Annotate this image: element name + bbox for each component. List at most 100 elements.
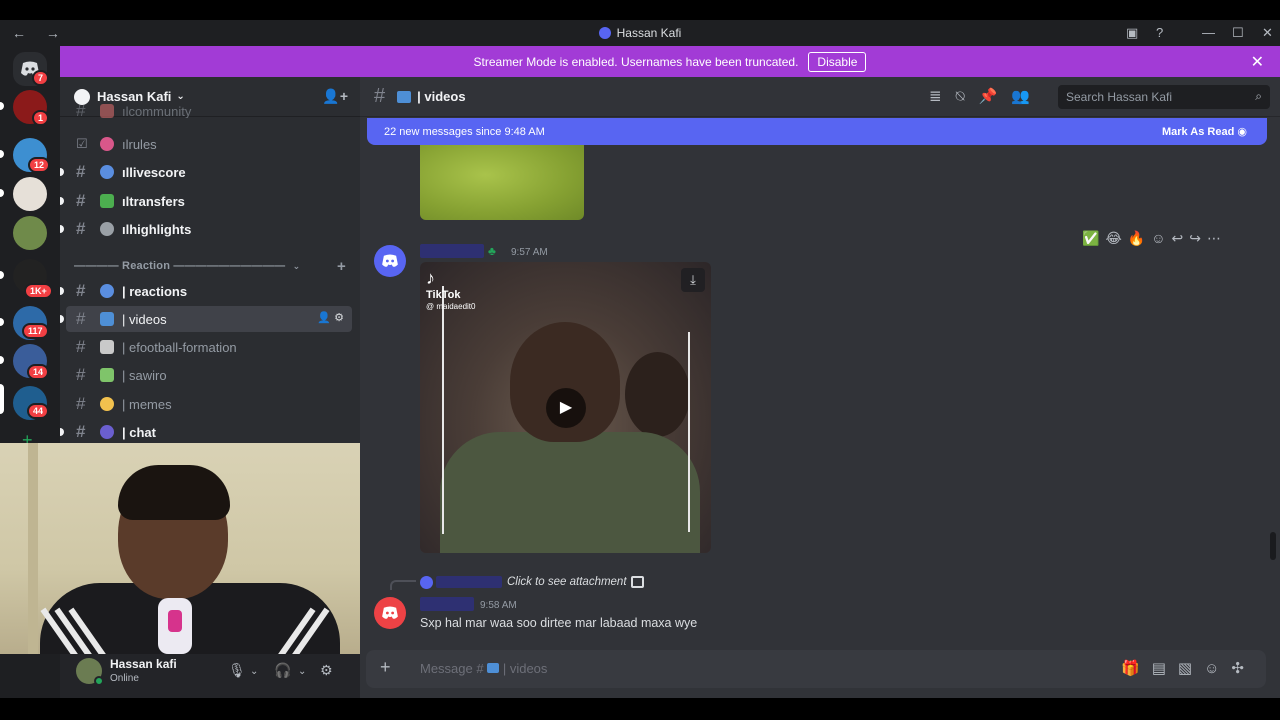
help-icon[interactable]: ? xyxy=(1156,25,1163,40)
tv-icon xyxy=(487,663,500,673)
channel-emoji-icon xyxy=(100,104,114,118)
message-content: Sxp hal mar waa soo dirtee mar labaad ma… xyxy=(420,616,698,630)
invite-icon[interactable]: 👤+ xyxy=(322,88,348,105)
username[interactable]: Hassan kafi xyxy=(110,657,177,671)
avatar[interactable] xyxy=(374,245,406,277)
hash-icon: # xyxy=(76,219,86,238)
more-icon[interactable]: ⋯ xyxy=(1207,230,1227,246)
channel-videos[interactable]: # | videos 👤 ⚙ xyxy=(60,306,352,332)
hash-icon: # xyxy=(76,104,86,118)
attach-plus-icon[interactable]: + xyxy=(380,657,391,678)
channel-transfers[interactable]: # ıl transfers xyxy=(60,188,352,214)
invite-icon[interactable]: 👤 xyxy=(317,312,331,324)
webcam-person-hair xyxy=(118,465,230,520)
camera-icon xyxy=(100,222,114,236)
minimize-button[interactable]: — xyxy=(1202,25,1215,40)
laugh-reaction-icon[interactable]: 😂 xyxy=(1105,230,1127,246)
new-messages-text: 22 new messages since 9:48 AM xyxy=(384,125,545,138)
channel-chat[interactable]: # | chat xyxy=(60,419,352,445)
reply-preview[interactable]: Click to see attachment xyxy=(507,576,627,588)
image-icon xyxy=(631,576,644,588)
letterbox-top xyxy=(0,0,1280,20)
unread-pill xyxy=(0,102,4,110)
chat-area: # | videos ≣⍉📌👥 Search Hassan Kafi ⌕ 22 … xyxy=(360,77,1280,698)
server-name: Hassan Kafi xyxy=(97,89,172,104)
fire-reaction-icon[interactable]: 🔥 xyxy=(1128,230,1151,246)
unread-pill xyxy=(0,356,4,364)
truncated-username[interactable] xyxy=(436,576,502,588)
image-attachment[interactable] xyxy=(420,145,584,220)
message-timestamp: 9:57 AM xyxy=(511,247,548,258)
notifications-icon[interactable]: ⍉ xyxy=(956,88,979,105)
server-icon-4[interactable] xyxy=(13,216,47,250)
truncated-username[interactable] xyxy=(420,597,474,611)
gear-icon[interactable]: ⚙ xyxy=(334,312,344,324)
sticker-icon[interactable]: ▧ xyxy=(1178,660,1204,677)
add-reaction-icon[interactable]: ☺ xyxy=(1151,230,1171,246)
channel-reactions[interactable]: # | reactions xyxy=(60,278,352,304)
hash-icon: # xyxy=(76,337,86,356)
channel-rules[interactable]: ☑ ıl rules xyxy=(66,131,352,157)
composer-placeholder-text: Message # xyxy=(420,661,484,676)
channel-highlights[interactable]: # ıl highlights xyxy=(60,216,352,242)
maximize-button[interactable]: ☐ xyxy=(1232,25,1244,41)
channel-label: | videos xyxy=(122,311,167,327)
microphone-icon[interactable]: 🎙 xyxy=(228,662,246,679)
channel-sawiro[interactable]: # | sawiro xyxy=(66,362,352,388)
server-icon-3[interactable] xyxy=(13,177,47,211)
check-reaction-icon[interactable]: ✅ xyxy=(1082,230,1105,246)
headphones-icon[interactable]: 🎧 xyxy=(274,662,291,679)
video-attachment[interactable]: ♪ TikTok @ maidaedit0 ⤓ ▶ xyxy=(420,262,711,553)
mention-badge: 1K+ xyxy=(24,283,53,299)
search-input[interactable]: Search Hassan Kafi ⌕ xyxy=(1058,85,1270,109)
unread-pill xyxy=(0,150,4,158)
emoji-icon[interactable]: ☺ xyxy=(1204,660,1231,677)
pin-icon[interactable]: 📌 xyxy=(979,88,1012,105)
gear-icon[interactable]: ⚙ xyxy=(320,662,333,679)
channel-community[interactable]: # ıl community xyxy=(66,104,352,118)
disable-button[interactable]: Disable xyxy=(808,51,867,72)
reply-icon[interactable]: ↩ xyxy=(1172,230,1190,246)
gift-icon[interactable]: 🎁 xyxy=(1121,660,1152,677)
window-title-container: Hassan Kafi xyxy=(0,26,1280,40)
threads-icon[interactable]: ≣ xyxy=(929,88,956,105)
webcam-overlay xyxy=(0,443,374,654)
play-button[interactable]: ▶ xyxy=(546,388,586,428)
avatar[interactable] xyxy=(374,597,406,629)
download-icon[interactable]: ⤓ xyxy=(681,268,705,292)
truncated-username[interactable] xyxy=(420,244,484,258)
channel-emoji-icon xyxy=(100,137,114,151)
inbox-icon[interactable]: ▣ xyxy=(1126,25,1138,41)
category-reaction[interactable]: ———— Reaction —————————— ⌄ + xyxy=(74,258,346,275)
unread-pill xyxy=(0,271,4,279)
new-messages-bar[interactable]: 22 new messages since 9:48 AM Mark As Re… xyxy=(367,118,1267,145)
channel-actions: 👤 ⚙ xyxy=(317,311,344,324)
gif-icon[interactable]: ▤ xyxy=(1152,660,1178,677)
channel-livescore[interactable]: # ıl livescore xyxy=(60,159,352,185)
channel-prefix: ıl xyxy=(122,164,130,180)
channel-efootball-formation[interactable]: # | efootball-formation xyxy=(66,334,352,360)
unread-indicator xyxy=(60,287,64,295)
window-title: Hassan Kafi xyxy=(616,26,682,40)
message-composer[interactable]: + Message # | videos 🎁▤▧☺✣ xyxy=(366,650,1266,688)
chevron-down-icon[interactable]: ⌄ xyxy=(298,666,306,677)
close-icon[interactable]: ✕ xyxy=(1251,52,1264,72)
chevron-down-icon[interactable]: ⌄ xyxy=(250,666,258,677)
create-channel-icon[interactable]: + xyxy=(337,258,346,275)
forward-icon[interactable]: ↪ xyxy=(1189,230,1207,246)
apps-icon[interactable]: ✣ xyxy=(1231,660,1256,677)
channel-label: highlights xyxy=(129,221,192,237)
status-online-indicator xyxy=(94,676,104,686)
avatar xyxy=(420,576,433,589)
scrollbar[interactable] xyxy=(1270,532,1276,560)
banner-text: Streamer Mode is enabled. Usernames have… xyxy=(473,54,799,69)
chevron-down-icon: ⌄ xyxy=(176,91,185,102)
channel-memes[interactable]: # | memes xyxy=(66,391,352,417)
close-window-button[interactable]: ✕ xyxy=(1262,25,1273,41)
unread-indicator xyxy=(60,197,64,205)
header-toolbar: ≣⍉📌👥 xyxy=(929,87,1044,105)
member-list-icon[interactable]: 👥 xyxy=(1011,88,1044,105)
unread-pill xyxy=(0,318,4,326)
mark-as-read-button[interactable]: Mark As Read ◉ xyxy=(1162,125,1247,138)
streamer-mode-banner: Streamer Mode is enabled. Usernames have… xyxy=(60,46,1280,77)
